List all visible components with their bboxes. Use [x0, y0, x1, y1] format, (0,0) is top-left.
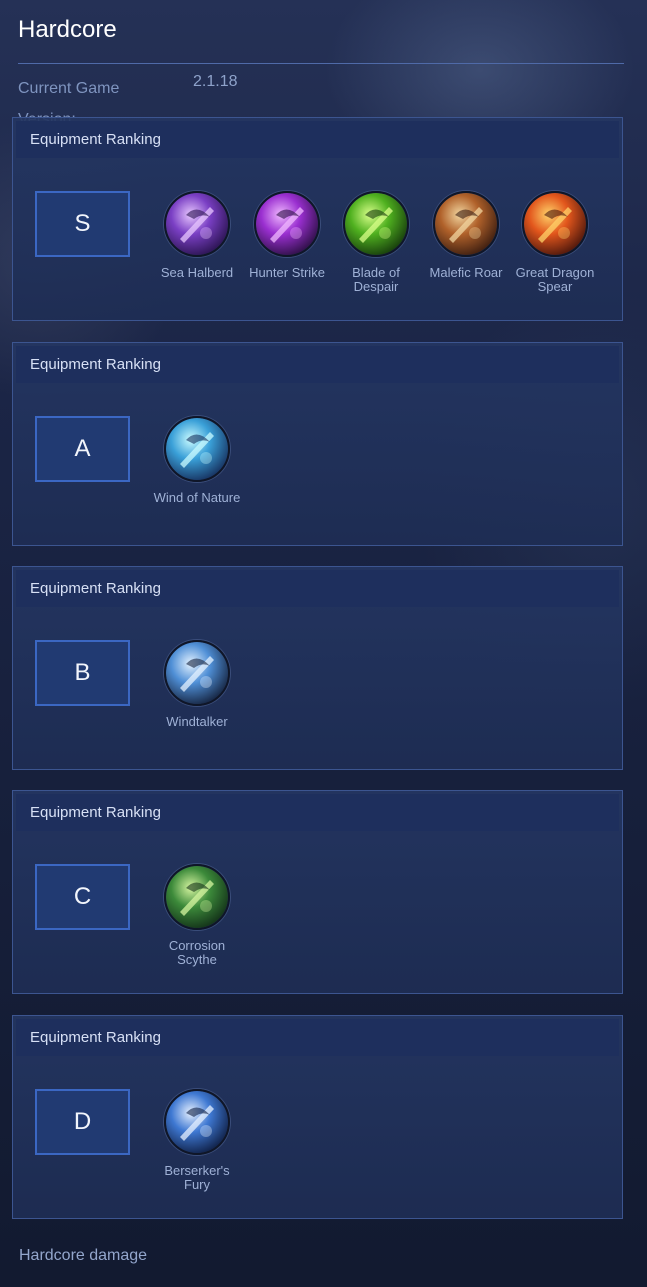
hunter-strike-icon [254, 191, 320, 257]
tier-panel-d: Equipment Ranking D Berserker's Fury [12, 1015, 623, 1219]
malefic-roar-icon [433, 191, 499, 257]
equipment-item[interactable]: Windtalker [153, 640, 241, 729]
tier-panel-c: Equipment Ranking C Corrosion Scythe [12, 790, 623, 994]
berserkers-fury-icon [164, 1089, 230, 1155]
equipment-item[interactable]: Corrosion Scythe [153, 864, 241, 967]
blade-of-despair-icon [343, 191, 409, 257]
tier-badge: A [35, 416, 130, 482]
tier-panel-b: Equipment Ranking B Windtalker [12, 566, 623, 770]
panel-header: Equipment Ranking [16, 121, 619, 158]
corrosion-scythe-icon [164, 864, 230, 930]
title-divider [18, 63, 624, 64]
equipment-item-name: Blade of Despair [352, 265, 400, 294]
panel-header: Equipment Ranking [16, 570, 619, 607]
equipment-item[interactable]: Great Dragon Spear [511, 191, 599, 294]
hardcore-damage-heading: Hardcore damage [19, 1247, 148, 1264]
windtalker-icon [164, 640, 230, 706]
equipment-item-name: Hunter Strike [249, 265, 325, 280]
equipment-item-name: Great Dragon Spear [515, 265, 595, 294]
tier-badge: D [35, 1089, 130, 1155]
wind-of-nature-icon [164, 416, 230, 482]
version-value: 2.1.18 [193, 73, 238, 90]
equipment-item-name: Windtalker [166, 714, 228, 729]
equipment-item[interactable]: Malefic Roar [422, 191, 510, 280]
equipment-item-name: Corrosion Scythe [168, 938, 226, 967]
equipment-item[interactable]: Hunter Strike [243, 191, 331, 280]
sea-halberd-icon [164, 191, 230, 257]
tier-badge: B [35, 640, 130, 706]
panel-header: Equipment Ranking [16, 794, 619, 831]
panel-header: Equipment Ranking [16, 1019, 619, 1056]
tier-panel-s: Equipment Ranking S Sea Halberd Hunter Stri… [12, 117, 623, 321]
equipment-item[interactable]: Wind of Nature [153, 416, 241, 505]
equipment-item-name: Malefic Roar [429, 265, 503, 280]
panel-header: Equipment Ranking [16, 346, 619, 383]
tier-panel-a: Equipment Ranking A Wind of Nature [12, 342, 623, 546]
equipment-item[interactable]: Blade of Despair [332, 191, 420, 294]
equipment-item[interactable]: Berserker's Fury [153, 1089, 241, 1192]
tier-badge: C [35, 864, 130, 930]
great-dragon-spear-icon [522, 191, 588, 257]
equipment-item-name: Berserker's Fury [164, 1163, 230, 1192]
tier-badge: S [35, 191, 130, 257]
page-title: Hardcore [18, 16, 117, 43]
equipment-item-name: Sea Halberd [160, 265, 234, 280]
equipment-item-name: Wind of Nature [153, 490, 241, 505]
equipment-item[interactable]: Sea Halberd [153, 191, 241, 280]
